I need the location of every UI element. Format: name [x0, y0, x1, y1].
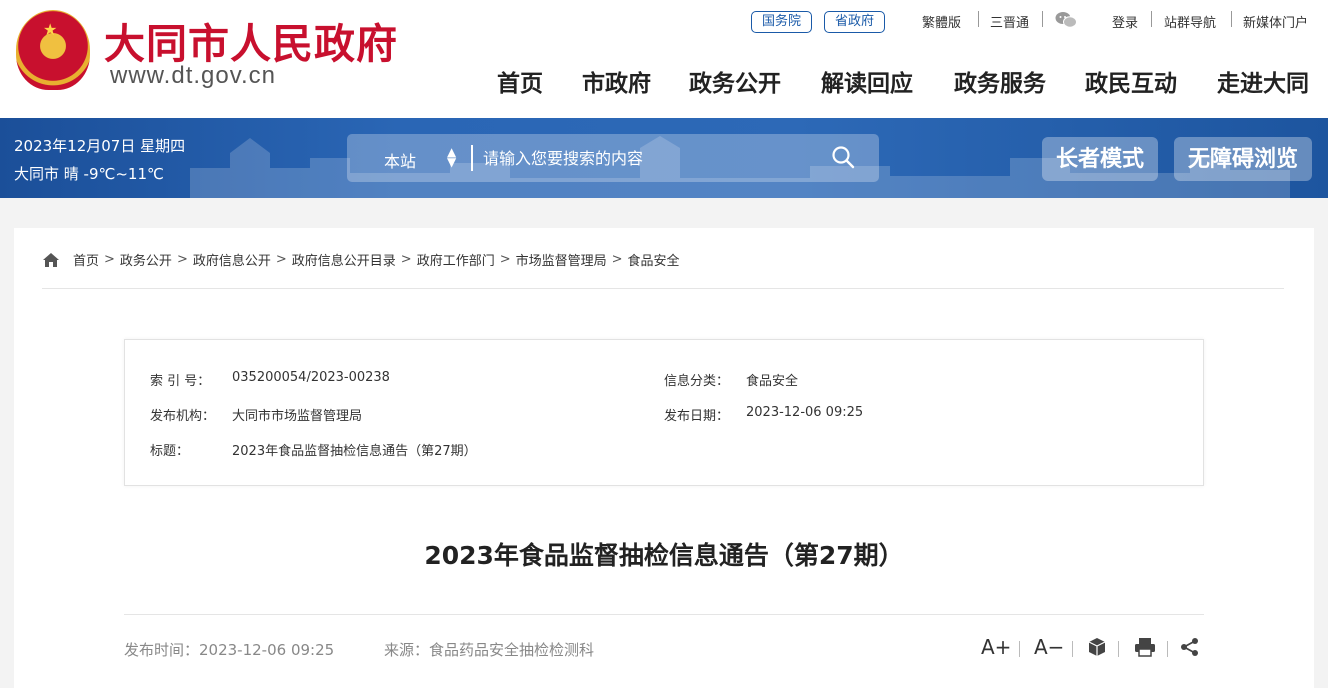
- divider: [1042, 11, 1043, 27]
- site-url: www.dt.gov.cn: [110, 62, 276, 89]
- search-scope-select[interactable]: 本站: [384, 148, 416, 172]
- breadcrumb-disclosure-catalog[interactable]: 政府信息公开目录: [292, 250, 396, 269]
- nav-government-affairs[interactable]: 政务公开: [689, 64, 781, 98]
- publish-time: 发布时间：2023-12-06 09:25: [124, 641, 335, 659]
- publisher-label: 发布机构：: [150, 409, 216, 424]
- search-divider: [471, 145, 473, 171]
- breadcrumb-market-regulation[interactable]: 市场监督管理局: [516, 250, 607, 269]
- font-increase-button[interactable]: A+: [981, 635, 1011, 659]
- font-decrease-button[interactable]: A−: [1034, 635, 1064, 659]
- search-bar: 本站 ▲ ▼: [347, 134, 879, 182]
- breadcrumb-home[interactable]: 首页: [73, 250, 99, 269]
- divider: [124, 614, 1204, 615]
- national-emblem-logo: ★: [16, 10, 90, 90]
- breadcrumb-separator: >: [104, 252, 115, 267]
- search-icon: [832, 146, 855, 169]
- wechat-icon[interactable]: [1055, 11, 1077, 29]
- category-value: 食品安全: [746, 374, 799, 389]
- cube-icon[interactable]: [1087, 637, 1107, 657]
- nav-public-interaction[interactable]: 政民互动: [1085, 64, 1177, 98]
- divider: [1151, 11, 1152, 27]
- article-source: 来源：食品药品安全抽检检测科: [384, 641, 595, 659]
- weather-info: 大同市 晴 -9℃~11℃: [14, 165, 164, 183]
- breadcrumb-food-safety[interactable]: 食品安全: [628, 250, 680, 269]
- title-value: 2023年食品监督抽检信息通告（第27期）: [232, 444, 477, 459]
- index-number-value: 035200054/2023-00238: [232, 370, 390, 385]
- site-title[interactable]: 大同市人民政府: [104, 10, 398, 70]
- current-date: 2023年12月07日 星期四: [14, 137, 186, 155]
- home-icon[interactable]: [42, 252, 60, 268]
- search-button[interactable]: [830, 145, 856, 171]
- sort-arrows-icon[interactable]: ▲ ▼: [447, 146, 456, 168]
- breadcrumb-separator: >: [275, 252, 287, 267]
- new-media-portal-link[interactable]: 新媒体门户: [1243, 12, 1308, 31]
- provincial-gov-link[interactable]: 省政府: [824, 11, 886, 33]
- publish-date-label: 发布日期：: [664, 409, 730, 424]
- sanjintong-link[interactable]: 三晋通: [990, 12, 1029, 31]
- breadcrumb: 首页 > 政务公开 > 政府信息公开 > 政府信息公开目录 > 政府工作部门 >…: [42, 250, 680, 269]
- breadcrumb-separator: >: [499, 252, 511, 267]
- accessible-browse-button[interactable]: 无障碍浏览: [1174, 137, 1313, 181]
- elder-mode-button[interactable]: 长者模式: [1042, 137, 1159, 181]
- publisher-value: 大同市市场监督管理局: [232, 409, 363, 424]
- divider: [1019, 641, 1020, 657]
- print-icon[interactable]: [1134, 637, 1156, 657]
- breadcrumb-separator: >: [611, 252, 623, 267]
- nav-government-services[interactable]: 政务服务: [954, 64, 1046, 98]
- category-label: 信息分类：: [664, 374, 730, 389]
- share-icon[interactable]: [1180, 637, 1200, 657]
- nav-interpretation[interactable]: 解读回应: [821, 64, 913, 98]
- divider: [978, 11, 979, 27]
- breadcrumb-government-affairs[interactable]: 政务公开: [120, 250, 172, 269]
- document-info-box: 索 引 号： 035200054/2023-00238 信息分类： 食品安全 发…: [124, 339, 1204, 486]
- title-label: 标题：: [150, 444, 190, 459]
- state-council-link[interactable]: 国务院: [751, 11, 813, 33]
- breadcrumb-info-disclosure[interactable]: 政府信息公开: [193, 250, 271, 269]
- article-title: 2023年食品监督抽检信息通告（第27期）: [424, 541, 904, 570]
- search-banner: 2023年12月07日 星期四 大同市 晴 -9℃~11℃ 本站 ▲▼ 长者模式…: [0, 118, 1328, 198]
- traditional-chinese-link[interactable]: 繁體版: [922, 12, 961, 31]
- divider: [1072, 641, 1073, 657]
- divider: [1167, 641, 1168, 657]
- login-link[interactable]: 登录: [1112, 12, 1138, 31]
- divider: [42, 288, 1284, 289]
- nav-home[interactable]: 首页: [497, 64, 543, 98]
- index-number-label: 索 引 号：: [150, 374, 211, 389]
- site-header: ★ 大同市人民政府 www.dt.gov.cn 国务院 省政府 繁體版 三晋通 …: [0, 0, 1328, 118]
- breadcrumb-separator: >: [400, 252, 412, 267]
- search-input[interactable]: [483, 143, 823, 173]
- divider: [1118, 641, 1119, 657]
- divider: [1231, 11, 1232, 27]
- site-group-nav-link[interactable]: 站群导航: [1164, 12, 1216, 31]
- breadcrumb-separator: >: [176, 252, 188, 267]
- breadcrumb-departments[interactable]: 政府工作部门: [417, 250, 495, 269]
- content-panel: 首页 > 政务公开 > 政府信息公开 > 政府信息公开目录 > 政府工作部门 >…: [14, 228, 1314, 688]
- nav-about-datong[interactable]: 走进大同: [1217, 64, 1309, 98]
- nav-city-government[interactable]: 市政府: [582, 64, 651, 98]
- publish-date-value: 2023-12-06 09:25: [746, 405, 864, 420]
